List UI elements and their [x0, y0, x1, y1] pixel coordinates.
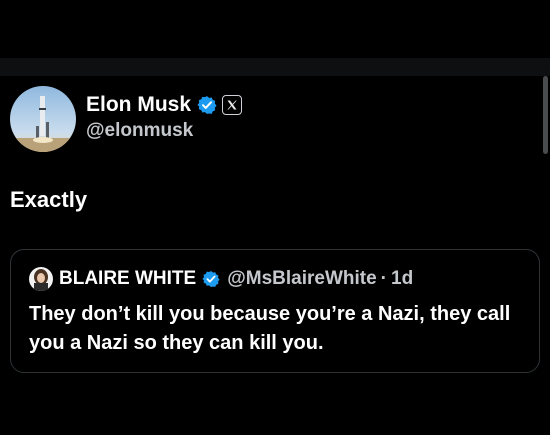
verified-badge-icon[interactable] — [202, 270, 220, 288]
verified-badge-icon[interactable] — [197, 95, 217, 115]
quote-author-display-name[interactable]: BLAIRE WHITE — [59, 268, 196, 290]
quote-timestamp[interactable]: 1d — [391, 268, 413, 290]
header-divider — [0, 58, 550, 76]
tweet-detail-page: Elon Musk @elonmusk Exactly BLAIRE WHITE… — [0, 0, 550, 435]
author-name-line: Elon Musk — [86, 91, 243, 119]
tweet-text: Exactly — [10, 187, 88, 212]
quote-header: BLAIRE WHITE @MsBlaireWhite · 1d — [29, 266, 413, 292]
author-avatar[interactable] — [10, 86, 76, 152]
author-handle[interactable]: @elonmusk — [86, 120, 193, 142]
author-display-name[interactable]: Elon Musk — [86, 93, 191, 117]
quoted-tweet-card[interactable]: BLAIRE WHITE @MsBlaireWhite · 1d They do… — [10, 249, 540, 373]
quote-author-avatar[interactable] — [29, 267, 53, 291]
separator-dot: · — [380, 268, 387, 289]
x-logo-icon[interactable] — [222, 95, 243, 115]
quote-author-handle[interactable]: @MsBlaireWhite — [227, 268, 376, 290]
tweet-header: Elon Musk @elonmusk — [10, 86, 530, 152]
quote-text: They don’t kill you because you’re a Naz… — [29, 303, 511, 354]
top-bar — [0, 0, 550, 58]
scrollbar[interactable] — [543, 76, 548, 154]
